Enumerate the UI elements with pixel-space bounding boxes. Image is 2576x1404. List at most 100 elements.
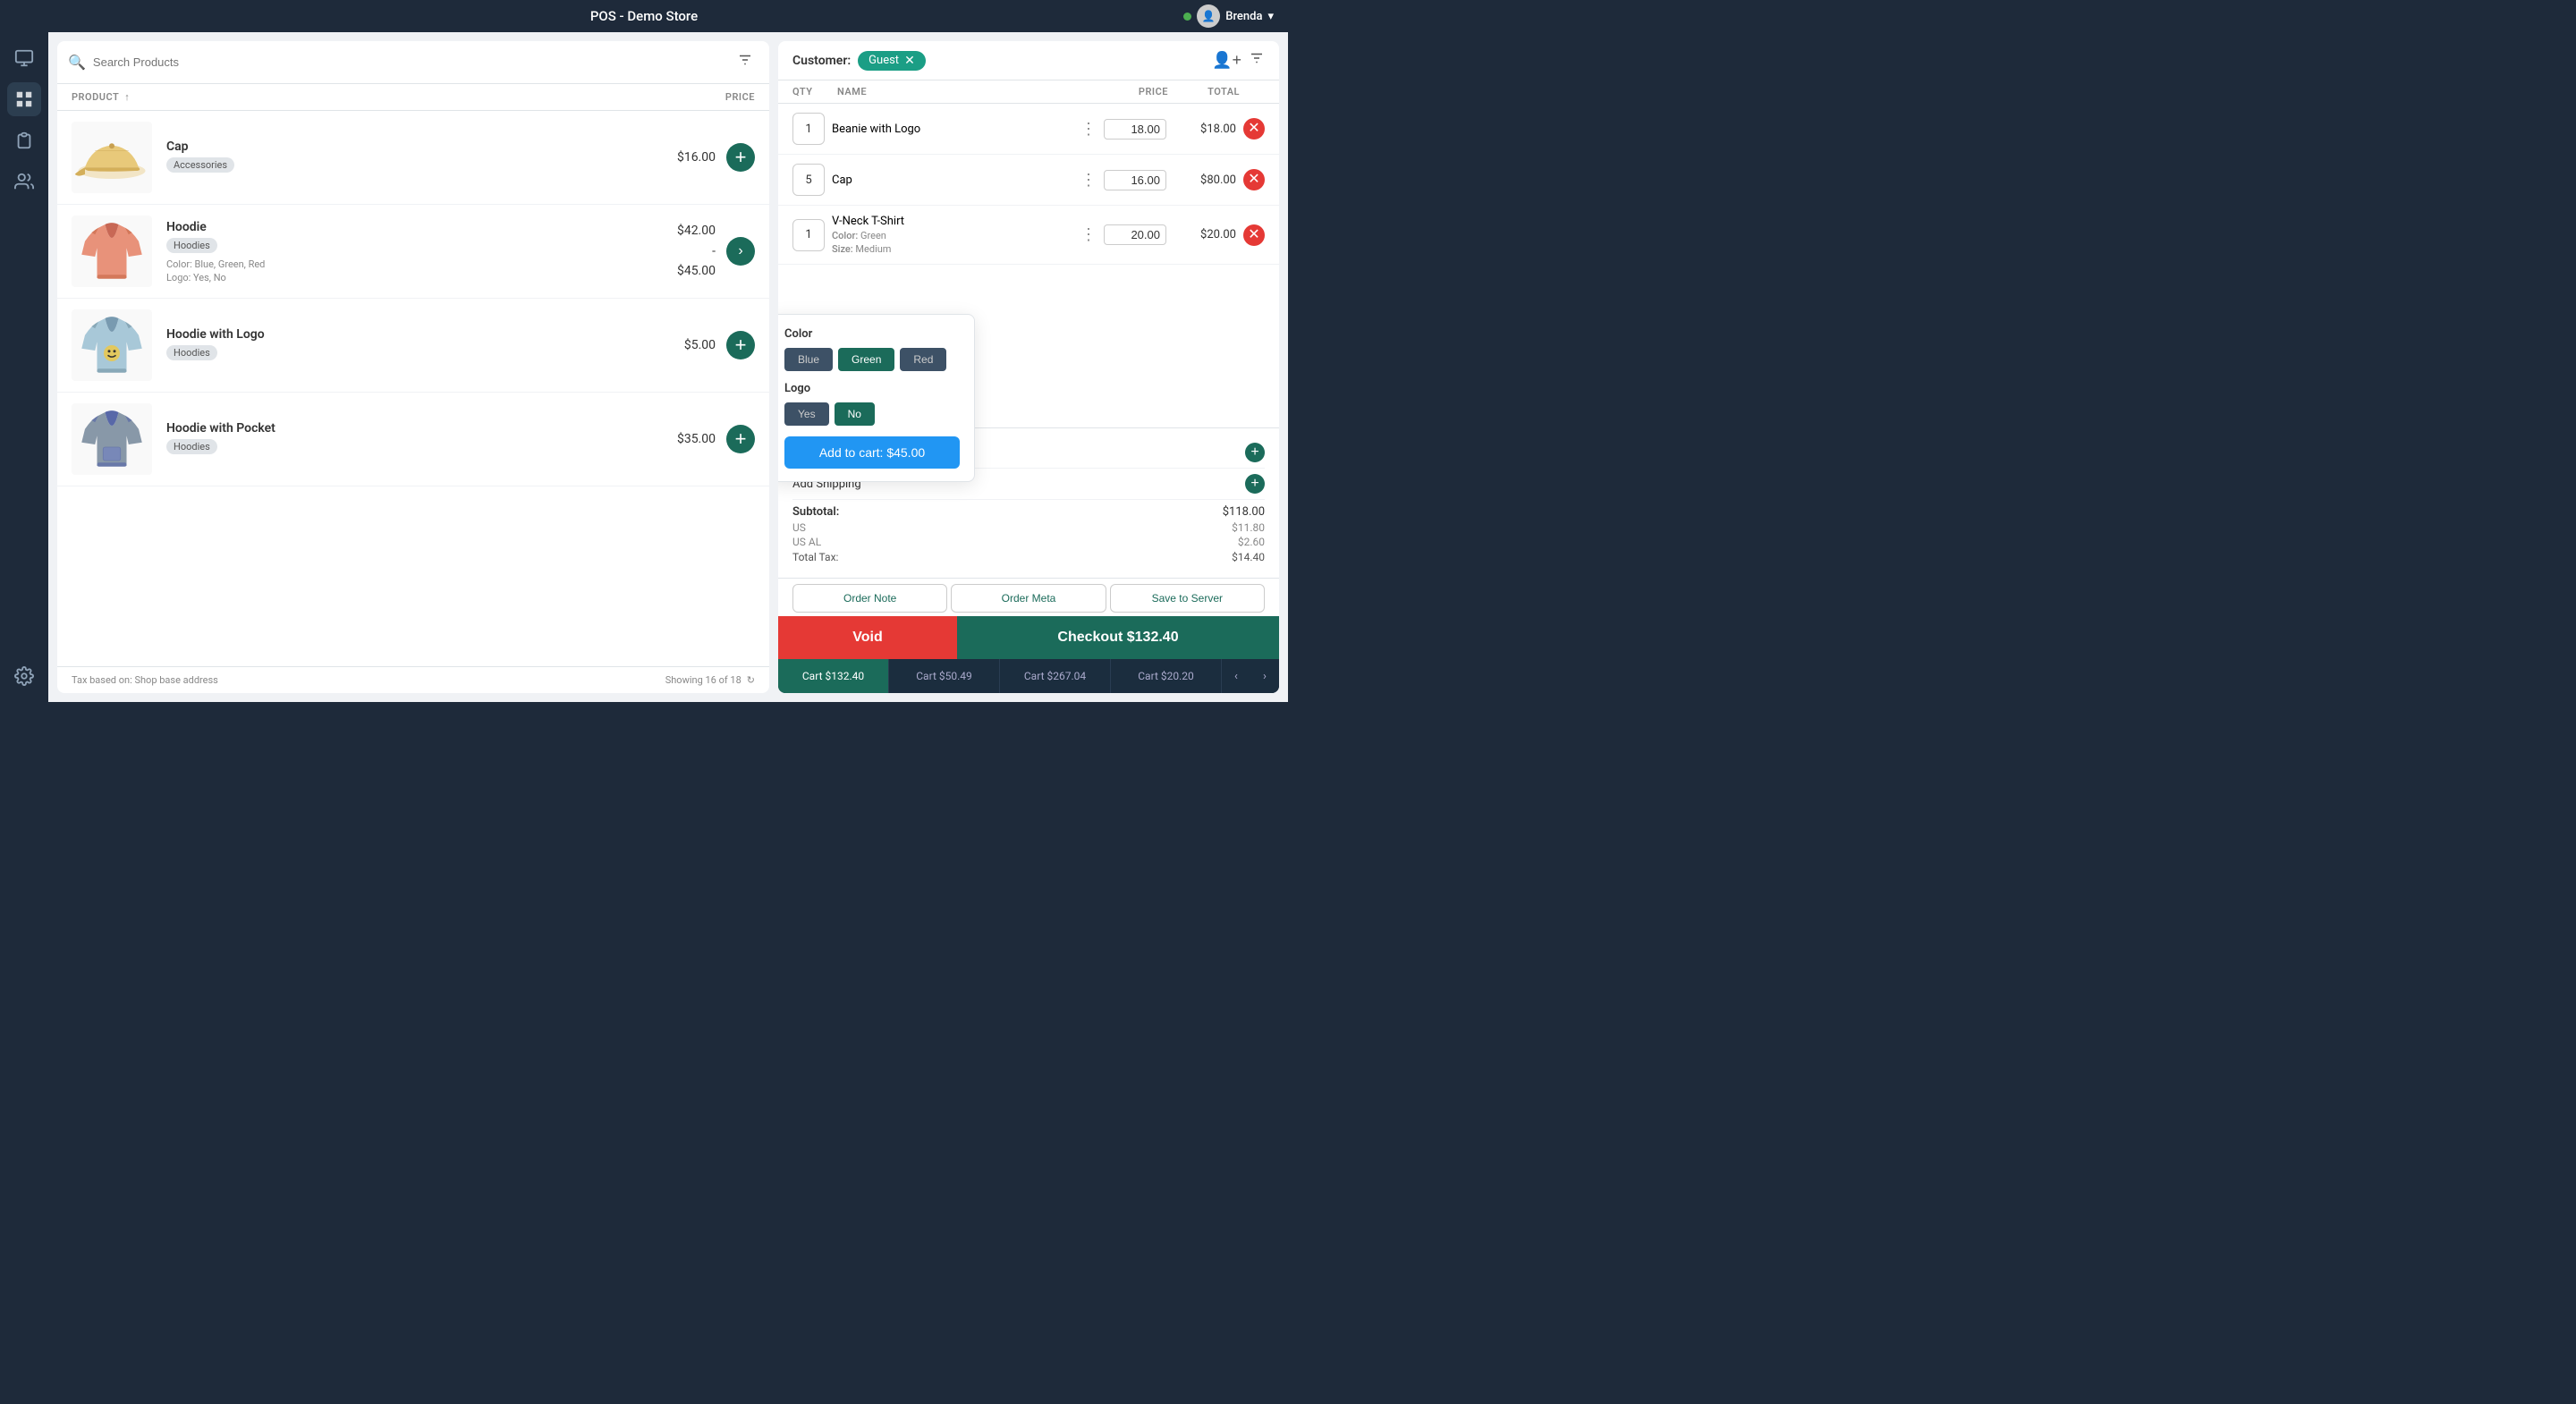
product-name: Hoodie xyxy=(166,220,626,234)
save-to-server-button[interactable]: Save to Server xyxy=(1110,584,1265,613)
cart-tab-prev-button[interactable]: ‹ xyxy=(1222,659,1250,693)
cart-item-name: V-Neck T-Shirt Color: Green Size: Medium xyxy=(832,215,1073,255)
product-price: $35.00 xyxy=(626,432,716,446)
add-shipping-button[interactable]: + xyxy=(1245,474,1265,494)
subtotal-value: $118.00 xyxy=(1223,505,1265,519)
cart-item-total: $18.00 xyxy=(1174,123,1236,136)
cart-header-actions: 👤+ xyxy=(1212,50,1265,71)
tax-us-al-label: US AL xyxy=(792,536,821,548)
product-variants2: Logo: Yes, No xyxy=(166,272,626,283)
remove-item-button[interactable]: ✕ xyxy=(1243,169,1265,190)
cart-item-total: $80.00 xyxy=(1174,173,1236,187)
remove-item-button[interactable]: ✕ xyxy=(1243,224,1265,246)
color-option-red[interactable]: Red xyxy=(900,348,946,371)
filter-button[interactable] xyxy=(732,50,758,74)
cart-item-price-input[interactable] xyxy=(1104,224,1166,245)
cart-item-menu-button[interactable]: ⋮ xyxy=(1080,225,1097,244)
cart-table-header: QTY NAME PRICE TOTAL xyxy=(778,80,1279,104)
sidebar xyxy=(0,32,48,702)
cart-qty[interactable]: 5 xyxy=(792,164,825,196)
cart-item-name: Beanie with Logo xyxy=(832,123,1073,136)
product-category: Accessories xyxy=(166,157,234,173)
product-row: Hoodie with Pocket Hoodies $35.00 + xyxy=(57,393,769,486)
order-note-button[interactable]: Order Note xyxy=(792,584,947,613)
total-tax-value: $14.40 xyxy=(1232,551,1265,563)
cart-item-name: Cap xyxy=(832,173,1073,187)
add-to-cart-button[interactable]: + xyxy=(726,425,755,453)
cart-panel: Customer: Guest ✕ 👤+ QTY NAME PRICE TOTA… xyxy=(778,41,1279,693)
customer-badge: Guest ✕ xyxy=(858,51,926,71)
variant-popup: Color Blue Green Red Logo Yes No Add to … xyxy=(778,314,975,482)
add-to-cart-confirm-button[interactable]: Add to cart: $45.00 xyxy=(784,436,960,469)
sort-icon[interactable]: ↑ xyxy=(124,91,130,103)
expand-variants-button[interactable]: › xyxy=(726,237,755,266)
color-option-blue[interactable]: Blue xyxy=(784,348,833,371)
checkout-button[interactable]: Checkout $132.40 xyxy=(957,616,1279,659)
cart-tab-4[interactable]: Cart $20.20 xyxy=(1111,659,1222,693)
cart-settings-button[interactable] xyxy=(1249,50,1265,71)
product-price: $16.00 xyxy=(626,150,716,165)
dropdown-arrow-icon[interactable]: ▾ xyxy=(1267,10,1274,23)
product-category: Hoodies xyxy=(166,345,217,360)
remove-customer-button[interactable]: ✕ xyxy=(904,54,915,68)
cart-tab-2[interactable]: Cart $50.49 xyxy=(889,659,1000,693)
cart-item-total: $20.00 xyxy=(1174,228,1236,241)
sidebar-item-settings[interactable] xyxy=(7,659,41,693)
col-actions xyxy=(1240,86,1265,97)
col-price: PRICE xyxy=(1097,86,1168,97)
product-image-hoodie-logo xyxy=(72,309,152,381)
subtotal-row: Subtotal: $118.00 xyxy=(792,500,1265,520)
cart-tab-3[interactable]: Cart $267.04 xyxy=(1000,659,1111,693)
product-name: Hoodie with Logo xyxy=(166,327,626,342)
cart-tabs: Cart $132.40 Cart $50.49 Cart $267.04 Ca… xyxy=(778,659,1279,693)
product-info-hoodie: Hoodie Hoodies Color: Blue, Green, Red L… xyxy=(166,220,626,283)
cart-item-price-input[interactable] xyxy=(1104,119,1166,140)
product-category: Hoodies xyxy=(166,238,217,253)
product-price: $5.00 xyxy=(626,338,716,352)
tax-us-value: $11.80 xyxy=(1232,521,1265,534)
add-to-cart-button[interactable]: + xyxy=(726,331,755,359)
color-option-green[interactable]: Green xyxy=(838,348,894,371)
sidebar-item-pos[interactable] xyxy=(7,41,41,75)
product-image-cap xyxy=(72,122,152,193)
product-name: Cap xyxy=(166,140,626,154)
tax-note: Tax based on: Shop base address xyxy=(72,674,218,686)
logo-option-no[interactable]: No xyxy=(835,402,875,426)
product-price: $42.00-$45.00 xyxy=(626,221,716,281)
tax-us-al-row: US AL $2.60 xyxy=(792,535,1265,549)
tax-us-row: US $11.80 xyxy=(792,520,1265,535)
cart-item: 1 Beanie with Logo ⋮ $18.00 ✕ xyxy=(778,104,1279,155)
avatar: 👤 xyxy=(1197,4,1220,28)
search-icon: 🔍 xyxy=(68,54,86,71)
cart-tab-1[interactable]: Cart $132.40 xyxy=(778,659,889,693)
product-table-header: PRODUCT ↑ PRICE xyxy=(57,84,769,111)
add-customer-button[interactable]: 👤+ xyxy=(1212,50,1241,71)
sidebar-item-orders[interactable] xyxy=(7,123,41,157)
void-button[interactable]: Void xyxy=(778,616,957,659)
product-items: Cap Accessories $16.00 + xyxy=(57,111,769,666)
product-name: Hoodie with Pocket xyxy=(166,421,626,436)
search-input[interactable] xyxy=(93,55,724,69)
user-info: 👤 Brenda ▾ xyxy=(1183,4,1274,28)
cart-item-price-input[interactable] xyxy=(1104,170,1166,190)
order-meta-button[interactable]: Order Meta xyxy=(951,584,1106,613)
add-fee-button[interactable]: + xyxy=(1245,443,1265,462)
cart-tab-next-button[interactable]: › xyxy=(1250,659,1279,693)
refresh-icon[interactable]: ↻ xyxy=(747,674,755,686)
username: Brenda xyxy=(1225,10,1262,23)
cart-item-menu-button[interactable]: ⋮ xyxy=(1080,120,1097,139)
logo-option-yes[interactable]: Yes xyxy=(784,402,829,426)
sidebar-item-dashboard[interactable] xyxy=(7,82,41,116)
cart-qty[interactable]: 1 xyxy=(792,219,825,251)
remove-item-button[interactable]: ✕ xyxy=(1243,118,1265,140)
product-info-hoodie-logo: Hoodie with Logo Hoodies xyxy=(166,327,626,364)
tax-us-al-value: $2.60 xyxy=(1238,536,1265,548)
col-header-product: PRODUCT ↑ xyxy=(72,91,665,103)
subtotal-label: Subtotal: xyxy=(792,505,839,519)
cart-item-menu-button[interactable]: ⋮ xyxy=(1080,171,1097,190)
sidebar-item-customers[interactable] xyxy=(7,165,41,199)
cart-qty[interactable]: 1 xyxy=(792,113,825,145)
col-qty: QTY xyxy=(792,86,837,97)
cart-item: 1 V-Neck T-Shirt Color: Green Size: Medi… xyxy=(778,206,1279,265)
add-to-cart-button[interactable]: + xyxy=(726,143,755,172)
